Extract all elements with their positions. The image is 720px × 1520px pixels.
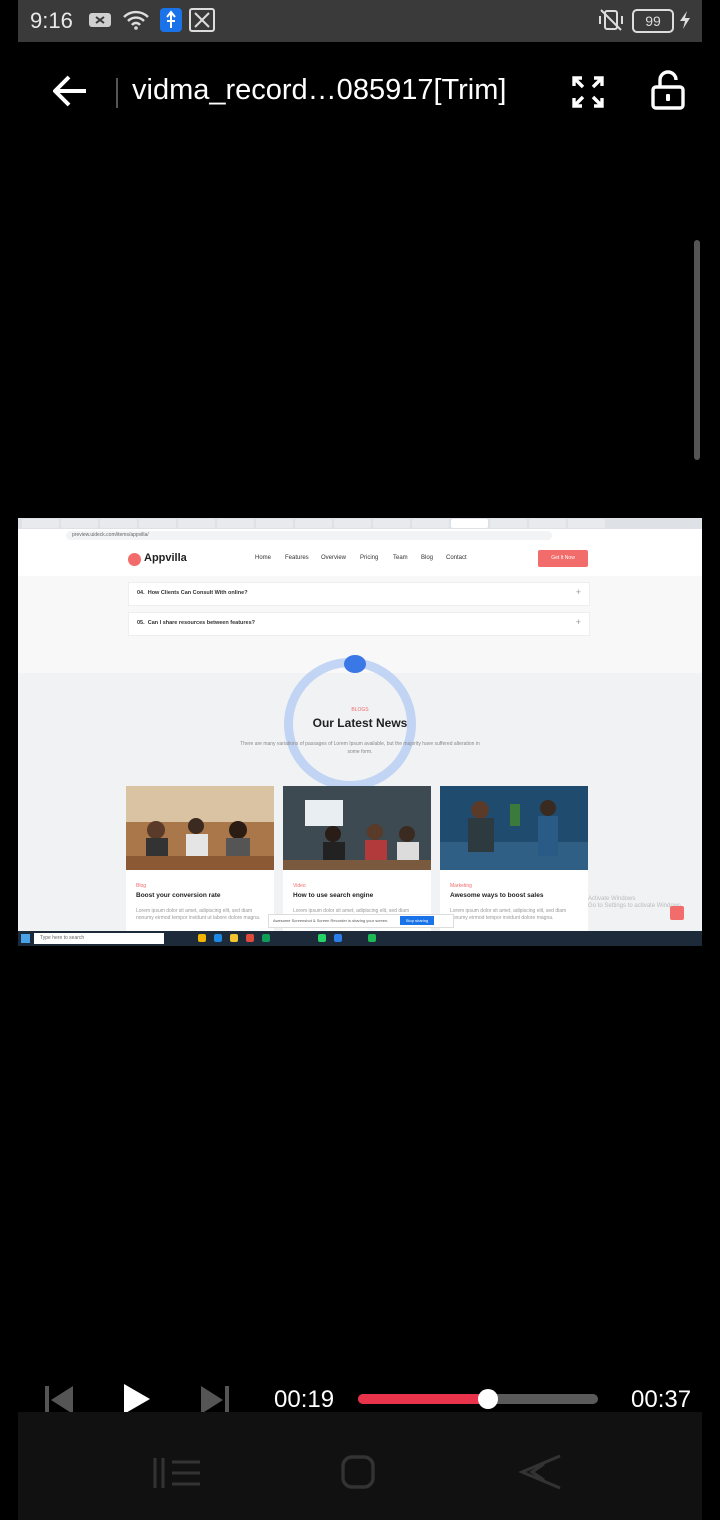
card-title: Boost your conversion rate <box>136 892 221 899</box>
browser-tab <box>568 519 605 528</box>
title-divider <box>116 78 118 108</box>
recent-apps-icon[interactable] <box>152 1456 202 1490</box>
unlock-icon[interactable] <box>650 70 686 110</box>
site-nav-item: Blog <box>421 555 434 561</box>
faq-question: How Clients Can Consult With online? <box>147 590 248 596</box>
browser-tab <box>22 519 59 528</box>
cursor-dot <box>344 655 366 673</box>
taskbar-app-icon <box>214 934 222 942</box>
site-nav-item: Home <box>255 555 272 561</box>
taskbar-app-icon <box>262 934 270 942</box>
card-image <box>283 786 431 870</box>
card-title: How to use search engine <box>293 892 374 899</box>
home-icon[interactable] <box>340 1454 376 1490</box>
windows-taskbar: Type here to search <box>18 931 702 946</box>
notification-x-icon <box>89 13 111 27</box>
card-image <box>440 786 588 870</box>
fullscreen-icon[interactable] <box>572 76 604 108</box>
browser-tab <box>373 519 410 528</box>
stop-sharing-button: Stop sharing <box>400 916 434 925</box>
section-label: BLOGS <box>351 707 369 713</box>
windows-start-icon <box>21 934 30 943</box>
play-icon[interactable] <box>122 1382 152 1416</box>
card-text: Lorem ipsum dolor sit amet, adipiscing e… <box>136 908 261 921</box>
faq-number: 04. <box>137 590 145 596</box>
site-header: Appvilla Home Features Overview Pricing … <box>18 542 702 576</box>
expand-plus-icon: + <box>575 617 581 627</box>
url-field: preview.uideck.com/items/appvilla/ <box>66 531 552 540</box>
logo-icon <box>128 553 141 566</box>
faq-question: Can I share resources between features? <box>147 620 256 626</box>
scroll-indicator[interactable] <box>694 240 700 460</box>
news-card: Blog Boost your conversion rate Lorem ip… <box>126 786 274 936</box>
card-category: Video <box>293 883 306 889</box>
browser-tab <box>217 519 254 528</box>
usb-icon <box>160 8 182 32</box>
video-frame[interactable]: preview.uideck.com/items/appvilla/ Appvi… <box>18 518 702 946</box>
wifi-icon <box>123 10 149 30</box>
site-logo: Appvilla <box>144 552 187 564</box>
news-card: Marketing Awesome ways to boost sales Lo… <box>440 786 588 936</box>
video-editor-icon <box>189 8 215 32</box>
site-nav-item: Features <box>285 555 309 561</box>
status-bar: 9:16 99 <box>18 0 702 42</box>
video-title: vidma_record…085917[Trim] <box>132 74 507 106</box>
browser-tab <box>139 519 176 528</box>
seek-bar[interactable] <box>358 1389 598 1409</box>
card-category: Marketing <box>450 883 472 889</box>
card-text: Lorem ipsum dolor sit amet, adipiscing e… <box>450 908 567 921</box>
browser-tab <box>412 519 449 528</box>
browser-tab <box>334 519 371 528</box>
browser-tab-active <box>451 519 488 528</box>
site-nav-item: Overview <box>321 555 347 561</box>
browser-tab-strip <box>18 518 702 529</box>
taskbar-app-icon <box>318 934 326 942</box>
status-time: 9:16 <box>30 8 73 33</box>
faq-item: 04. How Clients Can Consult With online?… <box>128 582 590 606</box>
taskbar-search: Type here to search <box>34 933 164 944</box>
browser-url-bar: preview.uideck.com/items/appvilla/ <box>18 529 702 543</box>
section-title: Our Latest News <box>312 716 408 730</box>
site-nav-item: Team <box>393 555 408 561</box>
expand-plus-icon: + <box>575 587 581 597</box>
taskbar-app-icon <box>198 934 206 942</box>
taskbar-app-icon <box>246 934 254 942</box>
activate-windows-watermark: Activate Windows Go to Settings to activ… <box>588 896 683 909</box>
battery-indicator: 99 <box>632 9 674 33</box>
charging-icon <box>680 11 690 29</box>
browser-tab <box>178 519 215 528</box>
card-category: Blog <box>136 883 147 889</box>
browser-tab <box>529 519 566 528</box>
mute-vibrate-icon <box>599 9 623 31</box>
browser-tab <box>256 519 293 528</box>
back-icon[interactable] <box>518 1454 562 1490</box>
taskbar-app-icon <box>334 934 342 942</box>
browser-tab <box>490 519 527 528</box>
site-nav-item: Pricing <box>360 555 379 561</box>
back-arrow-icon[interactable] <box>52 74 88 108</box>
card-image <box>126 786 274 870</box>
total-time: 00:37 <box>631 1386 692 1413</box>
seek-bar-thumb[interactable] <box>477 1389 498 1409</box>
card-title: Awesome ways to boost sales <box>450 892 544 899</box>
player-top-bar: vidma_record…085917[Trim] <box>0 42 720 142</box>
browser-tab <box>61 519 98 528</box>
browser-tab <box>295 519 332 528</box>
section-subtitle: There are many variations of passages of… <box>240 741 480 755</box>
seek-bar-progress <box>358 1394 488 1404</box>
current-time: 00:19 <box>274 1386 335 1413</box>
faq-item: 05. Can I share resources between featur… <box>128 612 590 636</box>
system-nav-bar <box>18 1412 702 1520</box>
taskbar-app-icon <box>368 934 376 942</box>
browser-tab <box>100 519 137 528</box>
faq-number: 05. <box>137 620 145 626</box>
get-it-now-button: Get It Now <box>538 550 588 567</box>
scroll-top-button <box>670 906 684 920</box>
site-nav-item: Contact <box>446 555 467 561</box>
taskbar-app-icon <box>230 934 238 942</box>
